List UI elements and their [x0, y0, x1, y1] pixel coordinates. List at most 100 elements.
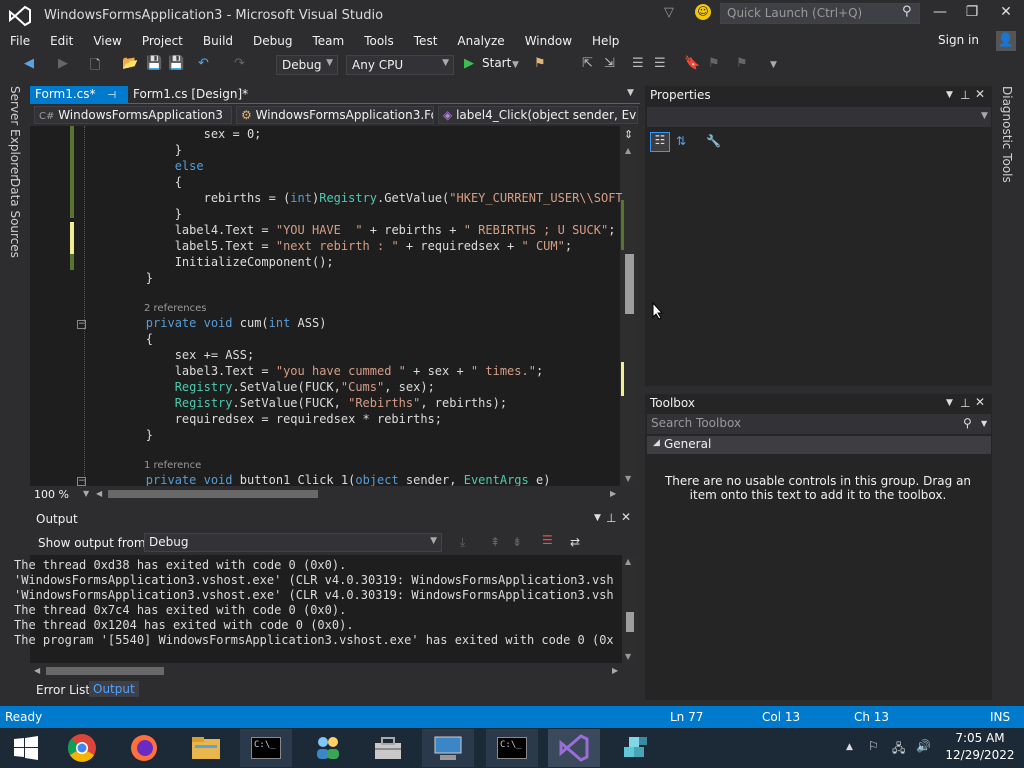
output-vertical-scrollbar[interactable]: [622, 555, 638, 663]
feedback-smiley-icon[interactable]: ☺: [695, 4, 711, 20]
collapse-icon[interactable]: −: [77, 477, 86, 486]
toolbar-overflow-icon[interactable]: ▼: [770, 60, 777, 70]
visual-studio-taskbar-icon[interactable]: [548, 729, 600, 767]
horizontal-scroll-thumb[interactable]: [108, 490, 318, 498]
step-into-icon[interactable]: ⇱: [582, 56, 593, 71]
open-folder-icon[interactable]: 📂: [122, 56, 138, 71]
chevron-down-icon[interactable]: ▼: [981, 419, 987, 428]
word-wrap-icon[interactable]: ⇄: [570, 535, 580, 549]
menu-file[interactable]: File: [10, 34, 30, 48]
scroll-up-icon[interactable]: ▲: [625, 146, 631, 155]
menu-test[interactable]: Test: [414, 34, 438, 48]
flag-icon[interactable]: ⚐: [868, 739, 879, 753]
network-people-icon[interactable]: [302, 729, 354, 767]
window-position-icon[interactable]: ▼: [946, 90, 953, 100]
pin-icon[interactable]: ⊥: [960, 88, 970, 102]
start-play-icon[interactable]: ▶: [464, 56, 474, 71]
feedback-filter-icon[interactable]: ▽: [664, 5, 674, 20]
command-prompt-icon[interactable]: C:\_: [240, 729, 292, 767]
server-explorer-tab[interactable]: Server Explorer: [8, 86, 22, 179]
close-panel-icon[interactable]: ✕: [975, 87, 985, 101]
quick-launch-input[interactable]: Quick Launch (Ctrl+Q): [720, 3, 920, 24]
volume-icon[interactable]: 🔊: [916, 739, 931, 753]
pin-icon[interactable]: ⊥: [960, 396, 970, 410]
find-message-icon[interactable]: ⤓: [460, 535, 465, 550]
toolbox-group-header[interactable]: ◢ General: [647, 436, 991, 454]
search-icon[interactable]: ⚲: [963, 416, 972, 430]
back-icon[interactable]: ◀: [24, 56, 34, 71]
property-pages-icon[interactable]: 🔧: [706, 134, 721, 148]
sign-in-link[interactable]: Sign in: [938, 33, 979, 47]
find-in-files-icon[interactable]: ⚑: [534, 56, 546, 71]
alphabetical-icon[interactable]: ⇅: [676, 134, 686, 148]
tab-form1-cs[interactable]: Form1.cs* ⊣ ✕: [30, 86, 128, 115]
blocks-app-icon[interactable]: [610, 729, 662, 767]
account-icon[interactable]: 👤: [996, 31, 1016, 51]
codelens-references[interactable]: 2 references: [144, 303, 207, 314]
tab-form1-design[interactable]: Form1.cs [Design]*: [128, 86, 268, 104]
chrome-icon[interactable]: [56, 729, 108, 767]
remote-desktop-icon[interactable]: [422, 729, 474, 767]
categorized-icon[interactable]: ☷: [650, 132, 670, 152]
menu-debug[interactable]: Debug: [253, 34, 292, 48]
new-project-icon[interactable]: 🗋: [90, 56, 100, 78]
scroll-thumb[interactable]: [625, 254, 634, 314]
output-source-select[interactable]: Debug ▼: [144, 533, 442, 552]
bookmark-icon[interactable]: 🔖: [684, 56, 700, 71]
close-button[interactable]: ✕: [994, 4, 1018, 24]
step-over-icon[interactable]: ⇲: [604, 56, 615, 71]
firefox-icon[interactable]: [118, 729, 170, 767]
clock-date[interactable]: 12/29/2022: [940, 748, 1020, 762]
tab-error-list[interactable]: Error List: [36, 683, 90, 697]
toolbox-search-input[interactable]: Search Toolbox: [647, 414, 991, 434]
clock-time[interactable]: 7:05 AM: [940, 731, 1020, 745]
chevron-down-icon[interactable]: ▼: [83, 489, 89, 498]
window-position-icon[interactable]: ▼: [594, 513, 601, 523]
menu-tools[interactable]: Tools: [364, 34, 394, 48]
maximize-button[interactable]: ❐: [960, 4, 984, 24]
scroll-right-icon[interactable]: ▶: [612, 666, 618, 675]
scroll-down-icon[interactable]: ▼: [625, 474, 631, 483]
data-sources-tab[interactable]: Data Sources: [8, 178, 22, 258]
menu-build[interactable]: Build: [203, 34, 233, 48]
class-dropdown[interactable]: ⚙ WindowsFormsApplication3.Fo: [236, 106, 434, 124]
network-icon[interactable]: 🖧: [892, 739, 905, 760]
scroll-thumb[interactable]: [626, 612, 634, 632]
next-message-icon[interactable]: ⇟: [512, 535, 522, 549]
zoom-level-select[interactable]: 100 %: [34, 488, 69, 501]
pin-icon[interactable]: ⊥: [606, 511, 616, 525]
platform-select[interactable]: Any CPU ▼: [346, 55, 454, 75]
prev-message-icon[interactable]: ⇞: [490, 535, 500, 549]
redo-icon[interactable]: ↷: [234, 56, 245, 71]
menu-analyze[interactable]: Analyze: [457, 34, 504, 48]
prev-bookmark-icon[interactable]: ⚑: [708, 56, 720, 71]
show-hidden-icons[interactable]: ▲: [846, 742, 853, 752]
collapse-icon[interactable]: −: [77, 320, 86, 329]
pin-icon[interactable]: ⊣: [107, 90, 116, 101]
search-icon[interactable]: ⚲: [902, 4, 912, 19]
clear-all-icon[interactable]: ☰: [542, 533, 553, 547]
menu-project[interactable]: Project: [142, 34, 183, 48]
scroll-left-icon[interactable]: ◀: [96, 489, 102, 498]
menu-view[interactable]: View: [93, 34, 121, 48]
uncomment-icon[interactable]: ☰: [654, 56, 666, 71]
close-panel-icon[interactable]: ✕: [621, 510, 631, 524]
member-dropdown[interactable]: ◈ label4_Click(object sender, Eve: [438, 106, 638, 124]
menu-window[interactable]: Window: [525, 34, 572, 48]
menu-help[interactable]: Help: [592, 34, 619, 48]
next-bookmark-icon[interactable]: ⚑: [736, 56, 748, 71]
window-position-icon[interactable]: ▼: [946, 398, 953, 408]
menu-edit[interactable]: Edit: [50, 34, 73, 48]
save-all-icon[interactable]: 💾: [168, 56, 184, 71]
save-icon[interactable]: 💾: [146, 56, 162, 71]
minimize-button[interactable]: —: [928, 4, 952, 24]
windows-start-icon[interactable]: [0, 729, 52, 767]
tab-overflow-icon[interactable]: ▼: [627, 88, 634, 98]
forward-icon[interactable]: ▶: [58, 56, 68, 71]
configuration-select[interactable]: Debug ▼: [276, 55, 338, 75]
scroll-right-icon[interactable]: ▶: [610, 489, 616, 498]
scroll-left-icon[interactable]: ◀: [34, 666, 40, 675]
file-explorer-icon[interactable]: [180, 729, 232, 767]
close-panel-icon[interactable]: ✕: [975, 395, 985, 409]
menu-team[interactable]: Team: [312, 34, 344, 48]
